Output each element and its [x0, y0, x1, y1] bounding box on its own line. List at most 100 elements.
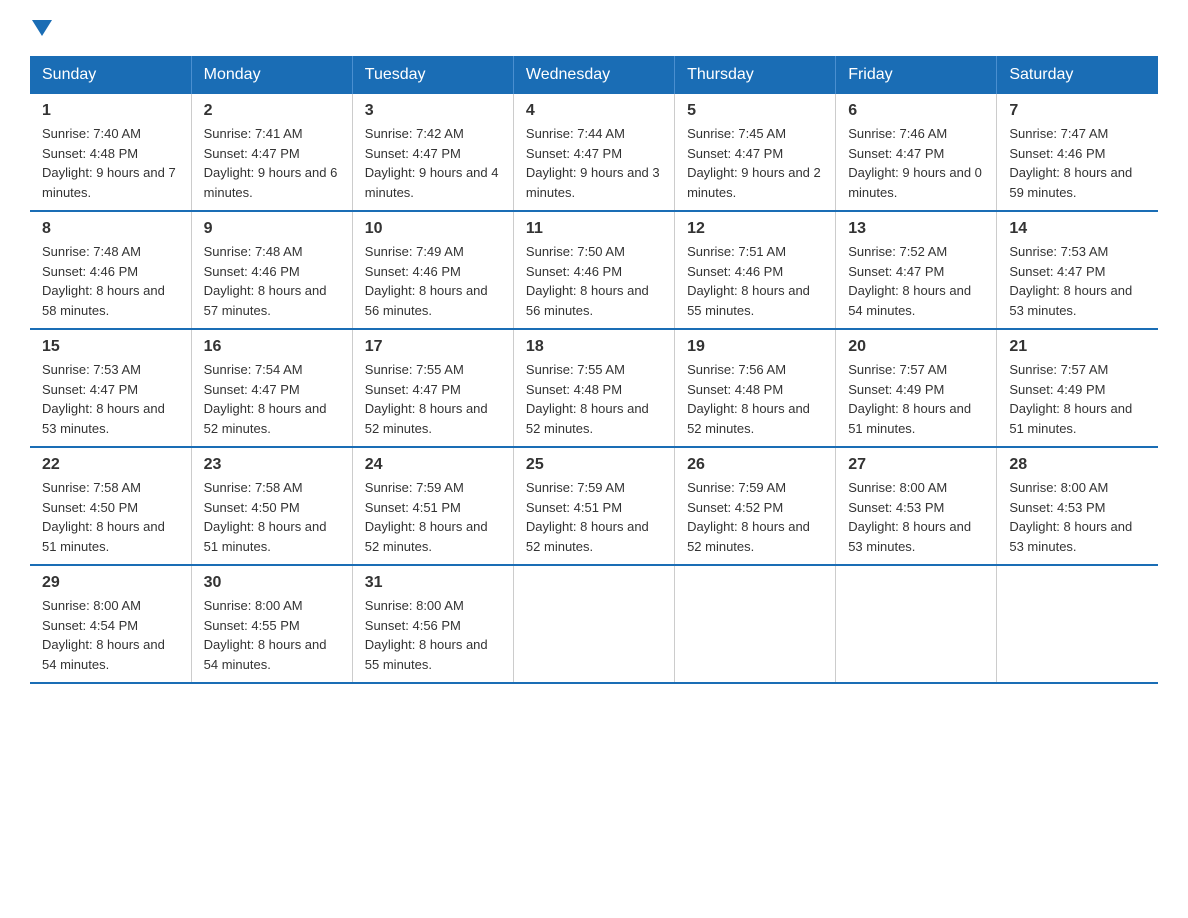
day-cell: 27 Sunrise: 8:00 AMSunset: 4:53 PMDaylig…: [836, 447, 997, 565]
day-cell: 30 Sunrise: 8:00 AMSunset: 4:55 PMDaylig…: [191, 565, 352, 683]
day-info: Sunrise: 7:46 AMSunset: 4:47 PMDaylight:…: [848, 124, 984, 202]
day-info: Sunrise: 7:57 AMSunset: 4:49 PMDaylight:…: [1009, 360, 1146, 438]
day-number: 29: [42, 574, 179, 592]
day-cell: 6 Sunrise: 7:46 AMSunset: 4:47 PMDayligh…: [836, 94, 997, 211]
day-cell: 7 Sunrise: 7:47 AMSunset: 4:46 PMDayligh…: [997, 94, 1158, 211]
day-cell: 16 Sunrise: 7:54 AMSunset: 4:47 PMDaylig…: [191, 329, 352, 447]
day-number: 14: [1009, 220, 1146, 238]
day-info: Sunrise: 8:00 AMSunset: 4:54 PMDaylight:…: [42, 596, 179, 674]
day-info: Sunrise: 7:59 AMSunset: 4:51 PMDaylight:…: [526, 478, 662, 556]
day-cell: [997, 565, 1158, 683]
day-number: 2: [204, 102, 340, 120]
day-info: Sunrise: 7:51 AMSunset: 4:46 PMDaylight:…: [687, 242, 823, 320]
day-number: 15: [42, 338, 179, 356]
week-row-1: 1 Sunrise: 7:40 AMSunset: 4:48 PMDayligh…: [30, 94, 1158, 211]
day-number: 6: [848, 102, 984, 120]
day-number: 31: [365, 574, 501, 592]
day-info: Sunrise: 7:49 AMSunset: 4:46 PMDaylight:…: [365, 242, 501, 320]
day-number: 12: [687, 220, 823, 238]
day-cell: 20 Sunrise: 7:57 AMSunset: 4:49 PMDaylig…: [836, 329, 997, 447]
header-cell-tuesday: Tuesday: [352, 56, 513, 94]
header-row: SundayMondayTuesdayWednesdayThursdayFrid…: [30, 56, 1158, 94]
calendar-header: SundayMondayTuesdayWednesdayThursdayFrid…: [30, 56, 1158, 94]
week-row-3: 15 Sunrise: 7:53 AMSunset: 4:47 PMDaylig…: [30, 329, 1158, 447]
day-info: Sunrise: 8:00 AMSunset: 4:53 PMDaylight:…: [1009, 478, 1146, 556]
day-info: Sunrise: 7:41 AMSunset: 4:47 PMDaylight:…: [204, 124, 340, 202]
day-cell: 9 Sunrise: 7:48 AMSunset: 4:46 PMDayligh…: [191, 211, 352, 329]
day-number: 20: [848, 338, 984, 356]
day-cell: 10 Sunrise: 7:49 AMSunset: 4:46 PMDaylig…: [352, 211, 513, 329]
week-row-5: 29 Sunrise: 8:00 AMSunset: 4:54 PMDaylig…: [30, 565, 1158, 683]
day-cell: [836, 565, 997, 683]
week-row-2: 8 Sunrise: 7:48 AMSunset: 4:46 PMDayligh…: [30, 211, 1158, 329]
day-cell: 28 Sunrise: 8:00 AMSunset: 4:53 PMDaylig…: [997, 447, 1158, 565]
day-number: 18: [526, 338, 662, 356]
day-cell: 5 Sunrise: 7:45 AMSunset: 4:47 PMDayligh…: [675, 94, 836, 211]
day-info: Sunrise: 8:00 AMSunset: 4:53 PMDaylight:…: [848, 478, 984, 556]
day-cell: [513, 565, 674, 683]
day-number: 25: [526, 456, 662, 474]
day-info: Sunrise: 8:00 AMSunset: 4:56 PMDaylight:…: [365, 596, 501, 674]
day-cell: 24 Sunrise: 7:59 AMSunset: 4:51 PMDaylig…: [352, 447, 513, 565]
header-cell-friday: Friday: [836, 56, 997, 94]
day-number: 16: [204, 338, 340, 356]
day-info: Sunrise: 7:47 AMSunset: 4:46 PMDaylight:…: [1009, 124, 1146, 202]
day-info: Sunrise: 7:40 AMSunset: 4:48 PMDaylight:…: [42, 124, 179, 202]
day-number: 9: [204, 220, 340, 238]
day-info: Sunrise: 7:45 AMSunset: 4:47 PMDaylight:…: [687, 124, 823, 202]
day-cell: 29 Sunrise: 8:00 AMSunset: 4:54 PMDaylig…: [30, 565, 191, 683]
day-info: Sunrise: 7:42 AMSunset: 4:47 PMDaylight:…: [365, 124, 501, 202]
day-info: Sunrise: 7:53 AMSunset: 4:47 PMDaylight:…: [1009, 242, 1146, 320]
day-cell: 11 Sunrise: 7:50 AMSunset: 4:46 PMDaylig…: [513, 211, 674, 329]
day-cell: 19 Sunrise: 7:56 AMSunset: 4:48 PMDaylig…: [675, 329, 836, 447]
day-info: Sunrise: 7:55 AMSunset: 4:48 PMDaylight:…: [526, 360, 662, 438]
calendar-table: SundayMondayTuesdayWednesdayThursdayFrid…: [30, 56, 1158, 684]
day-number: 10: [365, 220, 501, 238]
header-cell-monday: Monday: [191, 56, 352, 94]
day-number: 11: [526, 220, 662, 238]
day-info: Sunrise: 7:57 AMSunset: 4:49 PMDaylight:…: [848, 360, 984, 438]
day-cell: 1 Sunrise: 7:40 AMSunset: 4:48 PMDayligh…: [30, 94, 191, 211]
day-cell: 3 Sunrise: 7:42 AMSunset: 4:47 PMDayligh…: [352, 94, 513, 211]
day-info: Sunrise: 7:48 AMSunset: 4:46 PMDaylight:…: [204, 242, 340, 320]
day-info: Sunrise: 7:59 AMSunset: 4:52 PMDaylight:…: [687, 478, 823, 556]
day-number: 23: [204, 456, 340, 474]
page-header: [30, 20, 1158, 36]
day-cell: 22 Sunrise: 7:58 AMSunset: 4:50 PMDaylig…: [30, 447, 191, 565]
day-number: 4: [526, 102, 662, 120]
day-cell: 17 Sunrise: 7:55 AMSunset: 4:47 PMDaylig…: [352, 329, 513, 447]
day-cell: 8 Sunrise: 7:48 AMSunset: 4:46 PMDayligh…: [30, 211, 191, 329]
week-row-4: 22 Sunrise: 7:58 AMSunset: 4:50 PMDaylig…: [30, 447, 1158, 565]
day-info: Sunrise: 7:52 AMSunset: 4:47 PMDaylight:…: [848, 242, 984, 320]
day-info: Sunrise: 7:56 AMSunset: 4:48 PMDaylight:…: [687, 360, 823, 438]
day-info: Sunrise: 7:55 AMSunset: 4:47 PMDaylight:…: [365, 360, 501, 438]
day-info: Sunrise: 8:00 AMSunset: 4:55 PMDaylight:…: [204, 596, 340, 674]
day-number: 13: [848, 220, 984, 238]
day-number: 19: [687, 338, 823, 356]
calendar-body: 1 Sunrise: 7:40 AMSunset: 4:48 PMDayligh…: [30, 94, 1158, 683]
day-info: Sunrise: 7:50 AMSunset: 4:46 PMDaylight:…: [526, 242, 662, 320]
logo-triangle-icon: [32, 20, 52, 36]
day-number: 26: [687, 456, 823, 474]
day-number: 17: [365, 338, 501, 356]
day-cell: 18 Sunrise: 7:55 AMSunset: 4:48 PMDaylig…: [513, 329, 674, 447]
day-number: 1: [42, 102, 179, 120]
day-number: 28: [1009, 456, 1146, 474]
day-info: Sunrise: 7:53 AMSunset: 4:47 PMDaylight:…: [42, 360, 179, 438]
day-cell: [675, 565, 836, 683]
day-info: Sunrise: 7:44 AMSunset: 4:47 PMDaylight:…: [526, 124, 662, 202]
day-number: 30: [204, 574, 340, 592]
header-cell-wednesday: Wednesday: [513, 56, 674, 94]
day-info: Sunrise: 7:59 AMSunset: 4:51 PMDaylight:…: [365, 478, 501, 556]
header-cell-saturday: Saturday: [997, 56, 1158, 94]
header-cell-thursday: Thursday: [675, 56, 836, 94]
day-number: 27: [848, 456, 984, 474]
day-info: Sunrise: 7:48 AMSunset: 4:46 PMDaylight:…: [42, 242, 179, 320]
day-number: 24: [365, 456, 501, 474]
day-number: 7: [1009, 102, 1146, 120]
day-cell: 14 Sunrise: 7:53 AMSunset: 4:47 PMDaylig…: [997, 211, 1158, 329]
day-cell: 13 Sunrise: 7:52 AMSunset: 4:47 PMDaylig…: [836, 211, 997, 329]
logo: [30, 20, 54, 36]
day-number: 8: [42, 220, 179, 238]
day-info: Sunrise: 7:54 AMSunset: 4:47 PMDaylight:…: [204, 360, 340, 438]
